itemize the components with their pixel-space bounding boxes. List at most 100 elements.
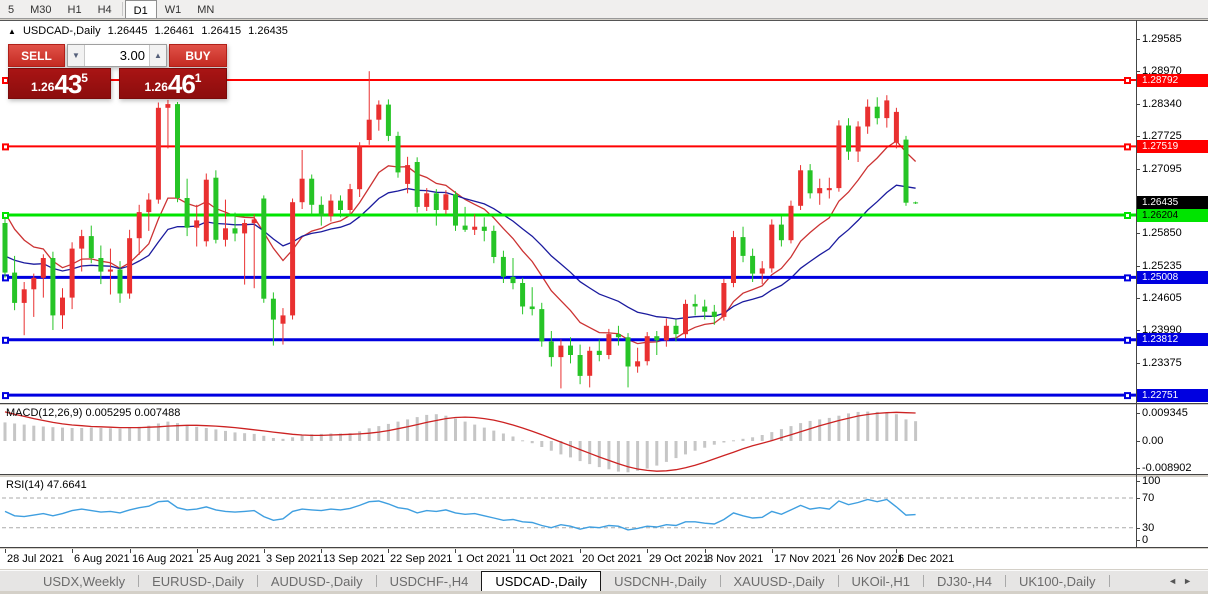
candle-body <box>60 297 65 316</box>
macd-bar <box>703 441 707 448</box>
ma-slow-line <box>4 184 916 320</box>
macd-bar <box>645 441 649 469</box>
macd-bar <box>415 417 419 441</box>
candle-body <box>366 119 372 140</box>
buy-button[interactable]: BUY <box>169 44 227 67</box>
macd-axis-tick <box>1136 441 1140 442</box>
timeframe-button-h4[interactable]: H4 <box>90 0 120 18</box>
candle-body <box>309 178 315 205</box>
macd-bar <box>578 441 582 462</box>
tab-usdx-weekly[interactable]: USDX,Weekly <box>30 571 138 591</box>
rsi-canvas <box>2 497 1136 531</box>
macd-bar <box>13 423 17 441</box>
volume-down-icon[interactable]: ▼ <box>68 45 85 66</box>
mt4-terminal: 5 M30 H1 H4 D1 W1 MN ▲ USDCAD-,Daily 1.26445 1… <box>0 0 1208 594</box>
candle-body <box>683 303 688 335</box>
candle-body <box>433 193 439 210</box>
macd-bar <box>693 441 697 451</box>
price-tag-1.28792: 1.28792 <box>1137 74 1208 87</box>
macd-bar <box>473 424 477 441</box>
tab-xauusd-daily[interactable]: XAUUSD-,Daily <box>721 571 838 591</box>
price-tag-1.26204: 1.26204 <box>1137 209 1208 222</box>
tab-usdcad-daily[interactable]: USDCAD-,Daily <box>481 571 602 591</box>
candle-body <box>357 146 363 190</box>
macd-axis-tick <box>1136 468 1140 469</box>
date-axis-label: 22 Sep 2021 <box>390 553 453 565</box>
date-axis-tick <box>197 549 198 553</box>
macd-bar <box>454 418 457 441</box>
rsi-pane[interactable] <box>0 477 1208 548</box>
date-axis-tick <box>839 549 840 553</box>
tab-audusd-daily[interactable]: AUDUSD-,Daily <box>258 571 376 591</box>
macd-bar <box>827 417 831 441</box>
timeframe-button-h1[interactable]: H1 <box>60 0 90 18</box>
macd-bar <box>530 441 534 444</box>
macd-bar <box>137 426 141 441</box>
tab-eurusd-daily[interactable]: EURUSD-,Daily <box>139 571 257 591</box>
candle-body <box>625 337 631 367</box>
macd-bar <box>655 441 659 466</box>
macd-bar <box>760 435 764 441</box>
timeframe-button-w1[interactable]: W1 <box>157 0 190 18</box>
macd-axis-label: 0.00 <box>1142 435 1164 447</box>
sell-price-pip: 5 <box>81 71 88 85</box>
candle-body <box>395 135 401 173</box>
candle-body <box>270 298 276 320</box>
volume-up-icon[interactable]: ▲ <box>149 45 166 66</box>
candle-body <box>817 188 823 194</box>
macd-bar <box>914 421 918 441</box>
candle-body <box>165 104 171 108</box>
rsi-axis-label: 70 <box>1142 492 1155 504</box>
candle-body <box>136 212 142 239</box>
timeframe-button-d1[interactable]: D1 <box>124 0 157 18</box>
tab-usdchf-h4[interactable]: USDCHF-,H4 <box>377 571 482 591</box>
sell-button[interactable]: SELL <box>8 44 65 67</box>
macd-bar <box>684 441 687 455</box>
tab-ukoil-h1[interactable]: UKOil-,H1 <box>839 571 924 591</box>
date-axis-tick <box>455 549 456 553</box>
candle-body <box>520 283 526 307</box>
candle-body <box>663 325 669 341</box>
candle-body <box>347 189 353 210</box>
rsi-axis-label: 100 <box>1142 475 1161 487</box>
price-axis-tick <box>1136 298 1140 299</box>
timeframe-button-5[interactable]: 5 <box>0 0 22 18</box>
macd-bar <box>262 435 266 441</box>
macd-bar <box>358 431 362 441</box>
volume-input[interactable]: 3.00 <box>85 45 149 66</box>
macd-bar <box>166 421 170 441</box>
macd-bar <box>108 428 112 441</box>
sell-price-panel[interactable]: 1.26 43 5 <box>8 68 111 99</box>
timeframe-button-m30[interactable]: M30 <box>22 0 59 18</box>
macd-bar <box>32 425 36 441</box>
candle-body <box>184 198 190 228</box>
rsi-axis-tick <box>1136 540 1140 541</box>
tab-dj30-h4[interactable]: DJ30-,H4 <box>924 571 1005 591</box>
candle-body <box>826 188 832 191</box>
buy-price-big: 46 <box>167 69 196 99</box>
buy-price-panel[interactable]: 1.26 46 1 <box>119 68 227 99</box>
h-line-handle-dot <box>4 214 7 217</box>
tab-uk100-daily[interactable]: UK100-,Daily <box>1006 571 1109 591</box>
candle-body <box>414 162 420 207</box>
date-axis-label: 28 Jul 2021 <box>7 553 64 565</box>
timeframe-button-mn[interactable]: MN <box>189 0 222 18</box>
macd-pane[interactable] <box>0 405 1208 475</box>
tab-separator <box>1108 575 1110 587</box>
macd-bar <box>607 441 611 470</box>
candle-body <box>596 350 602 355</box>
candle-body <box>874 106 880 119</box>
candle-body <box>913 202 919 204</box>
candle-body <box>750 255 756 274</box>
tab-scroll-arrows[interactable]: ◄► <box>1168 571 1208 591</box>
macd-bar <box>252 433 256 441</box>
collapse-arrow-icon[interactable]: ▲ <box>8 27 16 36</box>
candle-body <box>175 104 180 198</box>
macd-bar <box>80 428 84 441</box>
candle-body <box>328 200 334 217</box>
rsi-axis-label: 30 <box>1142 521 1155 534</box>
macd-bar <box>406 419 410 441</box>
tab-usdcnh-daily[interactable]: USDCNH-,Daily <box>601 571 719 591</box>
ohlc-high: 1.26461 <box>154 25 195 37</box>
candle-body <box>472 226 478 230</box>
